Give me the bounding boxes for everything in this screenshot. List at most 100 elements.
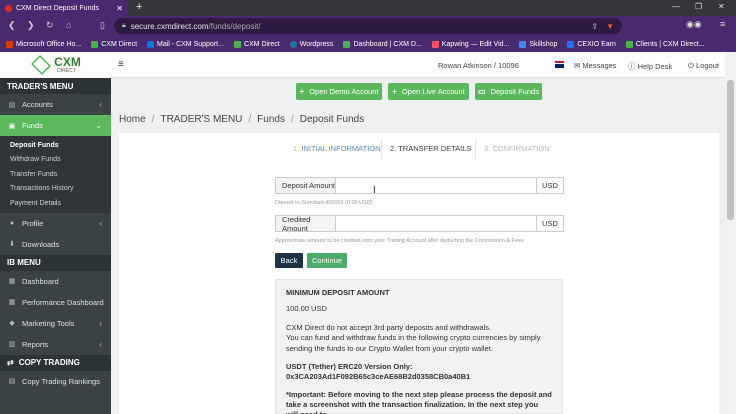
sidebar-item-accounts[interactable]: ▤ Accounts ‹ <box>0 94 111 115</box>
breadcrumb-traders-menu[interactable]: TRADER'S MENU <box>160 114 242 125</box>
app-topbar: ≡ Rowan Atkinson / 10096 ✉ Messages ⓘ He… <box>111 52 725 78</box>
ib-menu-heading: IB MENU <box>0 254 111 271</box>
scrollbar-thumb[interactable] <box>727 80 734 220</box>
bookmark-item[interactable]: Kapwing — Edit Vid... <box>431 40 509 48</box>
bookmark-item[interactable]: CXM Direct <box>91 40 137 48</box>
open-live-account-button[interactable]: + Open Live Account <box>388 83 469 100</box>
deposit-panel: 1. INITIAL INFORMATION 2. TRANSFER DETAI… <box>119 133 719 414</box>
sidebar-item-funds[interactable]: ▣ Funds ⌄ <box>0 115 111 136</box>
performance-icon: ▦ <box>8 299 16 306</box>
tab-close-icon[interactable]: ✕ <box>116 4 123 13</box>
credited-amount-input[interactable] <box>336 216 536 231</box>
bookmark-item[interactable]: Wordpress <box>289 40 333 48</box>
text-cursor-icon: I <box>373 185 376 196</box>
browser-menu-icon[interactable]: ≡ <box>720 19 725 29</box>
bookmark-item[interactable]: Microsoft Office Ho... <box>6 40 81 48</box>
browser-tab[interactable]: CXM Direct Deposit Funds ✕ <box>0 0 128 16</box>
credited-hint: Approximate amount to be credited onto y… <box>275 238 524 244</box>
step-confirmation: 3. CONFIRMATION <box>484 144 550 153</box>
chevron-left-icon: ‹ <box>99 318 102 328</box>
close-window-icon[interactable]: ✕ <box>718 2 725 11</box>
messages-link[interactable]: ✉ Messages <box>574 61 617 70</box>
new-tab-icon[interactable]: + <box>136 1 142 13</box>
forward-nav-icon[interactable]: ❯ <box>27 20 35 31</box>
copy-trading-icon: ⇄ <box>7 358 14 367</box>
sidebar-subitem-withdraw-funds[interactable]: Withdraw Funds <box>0 153 111 168</box>
sidebar-subitem-deposit-funds[interactable]: Deposit Funds <box>0 138 111 153</box>
breadcrumb-deposit-funds: Deposit Funds <box>299 114 365 125</box>
home-icon[interactable]: ⌂ <box>66 20 71 30</box>
help-desk-link[interactable]: ⓘ Help Desk <box>628 61 672 72</box>
cxm-icon <box>625 40 633 48</box>
breadcrumb-funds[interactable]: Funds <box>257 114 285 125</box>
sidebar-item-reports[interactable]: ▥ Reports ‹ <box>0 334 111 355</box>
mail-icon <box>147 40 155 48</box>
bookmarks-bar: Microsoft Office Ho... CXM Direct Mail -… <box>0 36 736 52</box>
minimize-icon[interactable]: — <box>672 2 680 11</box>
download-icon: ⬇ <box>9 241 15 248</box>
deposit-funds-button[interactable]: ▭ Deposit Funds <box>475 83 542 100</box>
plus-icon: + <box>299 87 305 96</box>
profile-glasses-icon[interactable]: ◉◉ <box>686 19 702 30</box>
step-initial-information[interactable]: 1. INITIAL INFORMATION <box>293 144 381 153</box>
sidebar-subitem-transactions-history[interactable]: Transactions History <box>0 182 111 197</box>
back-nav-icon[interactable]: ❮ <box>8 20 16 31</box>
bookmark-item[interactable]: CEXIO Earn <box>567 40 616 48</box>
brave-shield-icon[interactable]: ▼ <box>606 22 614 31</box>
logo-mark-icon <box>31 55 52 75</box>
logout-link[interactable]: ⏻ Logout <box>688 61 719 71</box>
share-icon[interactable]: ⇪ <box>591 22 598 31</box>
breadcrumb-home[interactable]: Home <box>119 114 146 125</box>
bookmark-item[interactable]: Mail - CXM Support... <box>147 40 224 48</box>
user-account-label[interactable]: Rowan Atkinson / 10096 <box>438 61 519 70</box>
bookmark-item[interactable]: Dashboard | CXM D... <box>343 40 422 48</box>
logo[interactable]: CXM DIRECT <box>0 52 111 78</box>
deposit-currency: USD <box>536 178 563 193</box>
sidebar-item-copy-trading-rankings[interactable]: ▤ Copy Trading Rankings <box>0 371 111 392</box>
continue-button[interactable]: Continue <box>307 253 347 268</box>
sidebar-subitem-payment-details[interactable]: Payment Details <box>0 196 111 211</box>
traders-menu-heading: TRADER'S MENU <box>0 78 111 94</box>
sidebar-item-profile[interactable]: ● Profile ‹ <box>0 213 111 234</box>
hamburger-menu-icon[interactable]: ≡ <box>118 59 124 70</box>
uk-flag-icon[interactable] <box>555 61 564 68</box>
important-notice: *Important: Before moving to the next st… <box>286 389 552 414</box>
reload-icon[interactable]: ↻ <box>46 20 54 31</box>
bookmark-item[interactable]: CXM Direct <box>233 40 280 48</box>
url-host: secure.cxmdirect.com <box>130 21 209 31</box>
dashboard-icon: ▦ <box>8 278 16 285</box>
sidebar-item-marketing-tools[interactable]: ◆ Marketing Tools ‹ <box>0 313 111 334</box>
skillshop-icon <box>519 40 527 48</box>
page-scrollbar[interactable] <box>725 52 736 414</box>
credited-amount-label: Credited Amount <box>276 215 336 233</box>
chevron-left-icon: ‹ <box>99 100 102 109</box>
address-bar-row: ❮ ❯ ↻ ⌂ ▯ 🔒︎ secure.cxmdirect.com /funds… <box>0 16 736 36</box>
help-icon: ⓘ <box>628 62 638 71</box>
sidebar-item-dashboard[interactable]: ▦ Dashboard <box>0 271 111 292</box>
chevron-down-icon: ⌄ <box>95 121 102 130</box>
open-demo-account-button[interactable]: + Open Demo Account <box>296 83 382 100</box>
url-input[interactable]: 🔒︎ secure.cxmdirect.com /funds/deposit/ … <box>114 18 622 34</box>
sidebar-item-performance-dashboard[interactable]: ▦ Performance Dashboard <box>0 292 111 313</box>
usdt-wallet-address[interactable]: 0x3CA203Ad1F092B65c3ceAE68B2d0358CB0a40B… <box>286 372 552 382</box>
bookmark-icon[interactable]: ▯ <box>100 20 105 31</box>
plus-icon: + <box>392 87 397 96</box>
deposit-amount-input[interactable] <box>336 178 536 193</box>
chevron-left-icon: ‹ <box>99 339 102 349</box>
url-path: /funds/deposit/ <box>208 21 261 31</box>
deposit-info-box: MINIMUM DEPOSIT AMOUNT 100.00 USD CXM Di… <box>275 279 563 414</box>
logo-text: CXM <box>54 55 81 69</box>
bookmark-item[interactable]: Clients | CXM Direct... <box>625 40 705 48</box>
step-transfer-details[interactable]: 2. TRANSFER DETAILS <box>390 144 471 153</box>
breadcrumb: Home / TRADER'S MENU / Funds / Deposit F… <box>119 114 365 125</box>
back-button[interactable]: Back <box>275 253 303 268</box>
deposit-amount-label: Deposit Amount <box>276 178 336 193</box>
third-party-notice: CXM Direct do not accept 3rd party depos… <box>286 323 492 333</box>
sidebar-subitem-transfer-funds[interactable]: Transfer Funds <box>0 167 111 182</box>
sidebar: CXM DIRECT TRADER'S MENU ▤ Accounts ‹ ▣ … <box>0 52 111 414</box>
maximize-icon[interactable]: ❐ <box>695 2 702 11</box>
bookmark-item[interactable]: Skillshop <box>519 40 557 48</box>
sidebar-item-downloads[interactable]: ⬇ Downloads <box>0 234 111 255</box>
tab-favicon-icon <box>5 4 12 12</box>
cexio-icon <box>567 40 575 48</box>
